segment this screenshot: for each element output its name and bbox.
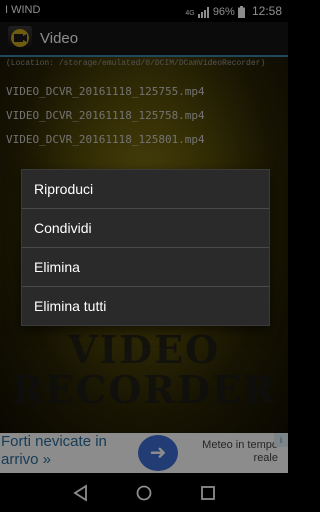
menu-item-label: Elimina tutti bbox=[34, 298, 107, 314]
menu-item-play[interactable]: Riproduci bbox=[22, 170, 269, 208]
menu-item-label: Elimina bbox=[34, 259, 80, 275]
menu-item-label: Riproduci bbox=[34, 181, 94, 197]
menu-item-delete[interactable]: Elimina bbox=[22, 248, 269, 286]
context-menu: Riproduci Condividi Elimina Elimina tutt… bbox=[21, 169, 270, 326]
menu-item-delete-all[interactable]: Elimina tutti bbox=[22, 287, 269, 325]
menu-item-share[interactable]: Condividi bbox=[22, 209, 269, 247]
menu-item-label: Condividi bbox=[34, 220, 92, 236]
